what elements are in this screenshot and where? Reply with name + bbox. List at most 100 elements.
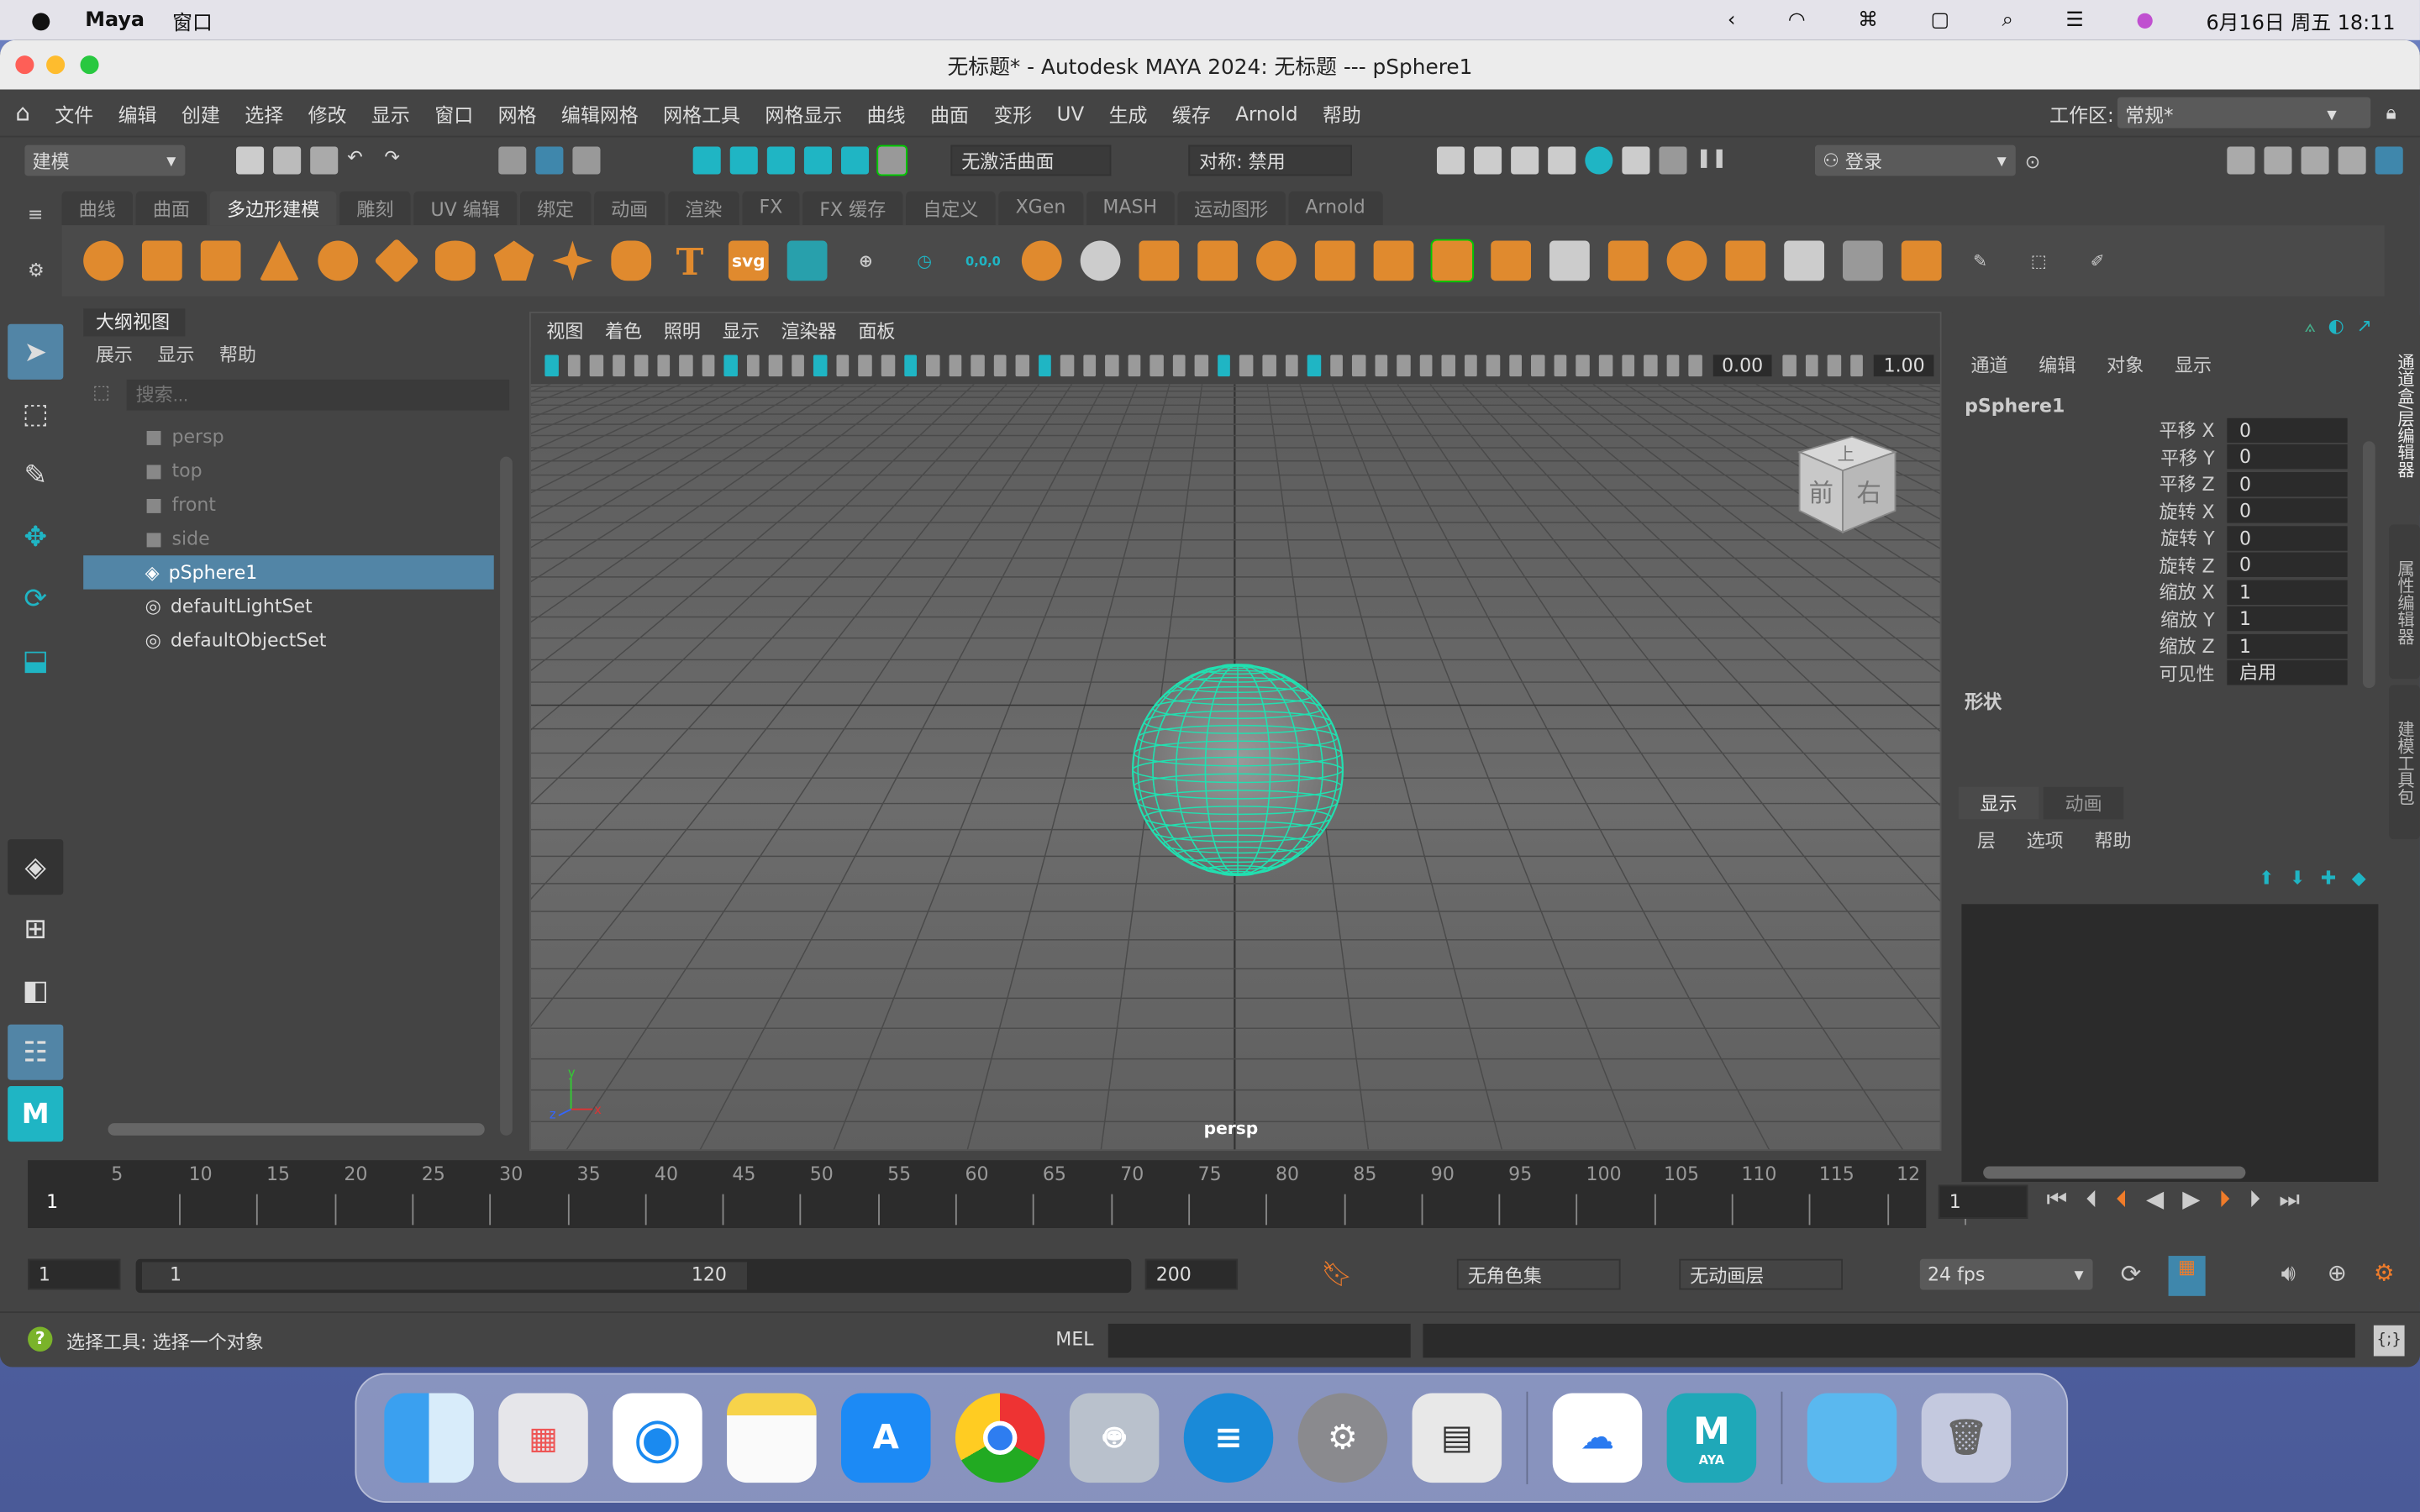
time-slider[interactable]: 5 10 15 20 25 30 35 40 45 50 55 60 65 70 75 80 85 90 95 100… [28, 1160, 1966, 1229]
viewcube[interactable]: 上 前 右 [1791, 430, 1899, 538]
single-perspective-layout-icon[interactable]: ◈ [8, 839, 64, 895]
poly-cone-icon[interactable] [259, 240, 300, 281]
viewport-tool-icon[interactable] [1105, 354, 1119, 377]
outliner-item[interactable]: ◈ pSphere1 [83, 555, 494, 590]
viewport-tool-icon[interactable] [1486, 354, 1500, 377]
two-panel-layout-icon[interactable]: ◧ [8, 963, 63, 1018]
range-slider-handle[interactable] [141, 1262, 747, 1290]
open-scene-icon[interactable] [273, 146, 302, 175]
viewport-tool-icon[interactable] [1329, 354, 1344, 377]
viewport-tool-icon[interactable] [1783, 354, 1797, 377]
sculpt-icon[interactable]: ✐ [2077, 241, 2118, 281]
minimize-button[interactable] [46, 55, 66, 75]
wifi-icon[interactable]: ◠ [1788, 8, 1806, 32]
viewport-tool-icon[interactable] [1262, 354, 1276, 377]
new-layer-icon[interactable]: ✚ [2321, 867, 2336, 889]
tab-channel-box[interactable]: 通道盒/层编辑器 [2389, 312, 2420, 519]
live-surface-field[interactable]: 无激活曲面 [950, 144, 1112, 176]
go-to-start-icon[interactable]: ⏮ [2046, 1185, 2067, 1213]
range-slider[interactable]: 1 120 [135, 1258, 1132, 1294]
modeling-toolkit-icon[interactable] [2227, 146, 2255, 175]
maya-dock-icon[interactable]: M AYA [1666, 1393, 1757, 1483]
viewport-tool-icon[interactable] [836, 354, 850, 377]
shelf-tab[interactable]: 曲线 [61, 191, 133, 226]
menu-modify[interactable]: 修改 [308, 98, 347, 128]
fps-dropdown[interactable]: 24 fps ▾ [1919, 1258, 2093, 1290]
bookmark-icon[interactable]: 🔖︎ [1321, 1259, 1352, 1289]
menu-create[interactable]: 创建 [182, 98, 220, 128]
screen-icon[interactable]: ▢ [1930, 8, 1949, 32]
menu-cache[interactable]: 缓存 [1172, 98, 1211, 128]
viewport-tool-icon[interactable] [1576, 354, 1590, 377]
snap-view-plane-icon[interactable] [803, 146, 832, 175]
viewport-tool-icon[interactable] [971, 354, 985, 377]
trash-icon[interactable]: 🗑︎ [1921, 1393, 2012, 1483]
poly-cube-icon[interactable] [141, 240, 182, 281]
chevron-icon[interactable]: ‹ [1728, 8, 1736, 32]
shelf-tab[interactable]: FX [742, 191, 800, 226]
tab-attribute-editor[interactable]: 属性编辑器 [2389, 524, 2420, 680]
ipr-render-icon[interactable] [1511, 146, 1539, 175]
viewport-tool-icon[interactable] [1172, 354, 1186, 377]
menu-help[interactable]: 帮助 [1323, 98, 1361, 128]
new-scene-icon[interactable] [236, 146, 265, 175]
script-editor-icon[interactable]: {;} [2373, 1325, 2405, 1357]
viewport-tool-icon[interactable] [993, 354, 1007, 377]
next-key-icon[interactable]: ⏵ [2219, 1185, 2231, 1213]
platonic-solid-icon[interactable] [493, 240, 534, 281]
shelf-menu-icon[interactable]: ≡ [28, 203, 43, 225]
expand-icon[interactable]: ↗ [2357, 315, 2372, 339]
save-scene-icon[interactable] [310, 146, 339, 175]
viewport-tool-icon[interactable] [1195, 354, 1209, 377]
layer-hscrollbar[interactable] [1983, 1166, 2246, 1179]
poly-disc-icon[interactable] [434, 240, 476, 281]
scale-tool-icon[interactable]: ⬓ [8, 633, 63, 688]
shelf-tab[interactable]: Arnold [1288, 191, 1382, 226]
hypershade-icon[interactable] [1585, 146, 1613, 175]
shelf-tab[interactable]: FX 缓存 [802, 191, 903, 226]
viewport-tool-icon[interactable] [1038, 354, 1052, 377]
menu-mesh-display[interactable]: 网格显示 [765, 98, 842, 128]
character-set-dropdown[interactable]: 无角色集 [1456, 1258, 1621, 1290]
layer-tab-anim[interactable]: 动画 [2043, 786, 2124, 820]
cb-scrollbar[interactable] [2362, 441, 2375, 689]
viewport-tool-icon[interactable] [1374, 354, 1388, 377]
viewport-tool-icon[interactable] [1060, 354, 1074, 377]
menu-select[interactable]: 选择 [245, 98, 283, 128]
sweep-mesh-icon[interactable] [786, 240, 828, 281]
home-icon[interactable]: ⌂ [15, 99, 30, 127]
channel-value-field[interactable]: 0 [2227, 444, 2348, 470]
viewport-tool-icon[interactable] [813, 354, 828, 377]
viewport-tool-icon[interactable] [679, 354, 693, 377]
viewport-tool-icon[interactable] [1419, 354, 1433, 377]
viewport-tool-icon[interactable] [1554, 354, 1568, 377]
shelf-settings-icon[interactable]: ⚙ [28, 260, 45, 281]
channel-value-field[interactable]: 0 [2227, 552, 2348, 578]
viewport-tool-icon[interactable] [1665, 354, 1680, 377]
launchpad-icon[interactable]: ▦ [498, 1393, 588, 1483]
menu-set-dropdown[interactable]: 建模 ▾ [24, 144, 186, 176]
center-pivot-icon[interactable]: ⊕ [846, 241, 886, 281]
move-tool-icon[interactable]: ✥ [8, 509, 63, 564]
undo-icon[interactable]: ↶ [347, 146, 375, 174]
viewport-tool-icon[interactable] [881, 354, 895, 377]
viewport-tool-icon[interactable] [544, 354, 559, 377]
menu-arnold[interactable]: Arnold [1235, 101, 1297, 124]
render-frame-icon[interactable] [1474, 146, 1502, 175]
poly-sphere-icon[interactable] [83, 240, 124, 281]
current-frame-field[interactable]: 1 [1938, 1184, 2028, 1219]
outliner-item[interactable]: ■ persp [83, 420, 494, 454]
command-icon[interactable]: ⌘ [1858, 8, 1878, 32]
select-hierarchy-icon[interactable] [498, 146, 527, 175]
script-language-toggle[interactable]: MEL [1055, 1328, 1093, 1350]
manipulator-icon[interactable]: ⟑ [2304, 315, 2315, 339]
workspace-dropdown[interactable]: 常规* ▾ [2117, 97, 2371, 129]
helix-icon[interactable] [611, 240, 652, 281]
insert-edge-loop-icon[interactable] [1843, 240, 1883, 281]
outliner-vscrollbar[interactable] [500, 456, 513, 1136]
viewport-tool-icon[interactable] [791, 354, 805, 377]
menu-surfaces[interactable]: 曲面 [930, 98, 969, 128]
layer-menu-options[interactable]: 选项 [2027, 827, 2064, 853]
rotate-tool-icon[interactable]: ⟳ [8, 571, 63, 627]
snap-grid-icon[interactable] [692, 146, 721, 175]
